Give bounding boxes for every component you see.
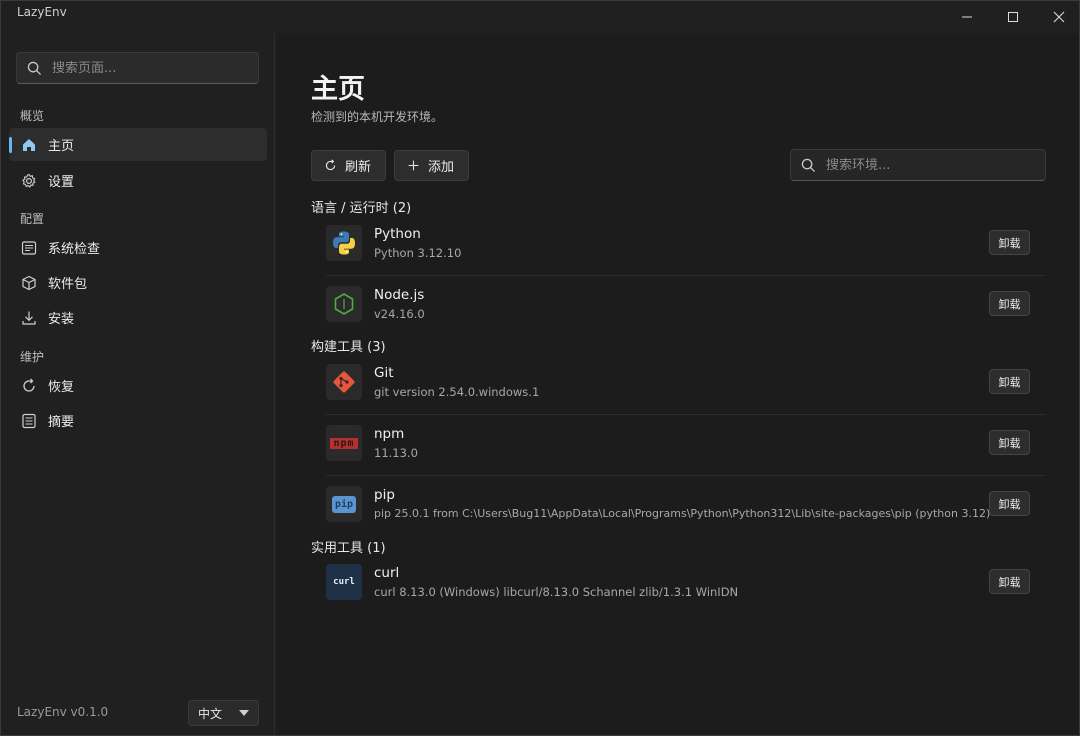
sidebar-item-label: 主页 bbox=[48, 139, 75, 154]
sidebar-item-label: 安装 bbox=[48, 312, 75, 327]
add-button[interactable]: 添加 bbox=[394, 150, 469, 181]
uninstall-button[interactable]: 卸载 bbox=[989, 291, 1030, 316]
sidebar-item-label: 系统检查 bbox=[48, 242, 101, 257]
env-version: git version 2.54.0.windows.1 bbox=[374, 385, 540, 399]
env-name: Python bbox=[374, 226, 421, 242]
pip-icon-text: pip bbox=[331, 495, 357, 513]
plus-icon bbox=[407, 159, 420, 172]
env-row-nodejs: Node.js v24.16.0 卸载 bbox=[326, 276, 1046, 337]
group-title-runtimes: 语言 / 运行时 (2) bbox=[311, 201, 412, 216]
env-search-box[interactable] bbox=[790, 149, 1046, 181]
env-name: Node.js bbox=[374, 287, 425, 303]
env-version: Python 3.12.10 bbox=[374, 246, 462, 260]
env-row-curl: curl curl curl 8.13.0 (Windows) libcurl/… bbox=[326, 554, 1046, 615]
env-version: pip 25.0.1 from C:\Users\Bug11\AppData\L… bbox=[374, 507, 991, 520]
maximize-icon bbox=[1008, 12, 1018, 22]
env-version: 11.13.0 bbox=[374, 446, 418, 460]
main-panel: 主页 检测到的本机开发环境。 刷新 添加 语言 / 运行时 (2) bbox=[276, 33, 1079, 735]
uninstall-button[interactable]: 卸载 bbox=[989, 430, 1030, 455]
section-label-overview: 概览 bbox=[20, 109, 45, 123]
uninstall-button[interactable]: 卸载 bbox=[989, 230, 1030, 255]
section-label-maintenance: 维护 bbox=[20, 350, 45, 364]
list-icon bbox=[20, 239, 38, 257]
close-button[interactable] bbox=[1039, 5, 1079, 29]
language-value: 中文 bbox=[198, 706, 223, 721]
page-search-input[interactable] bbox=[52, 60, 222, 76]
curl-icon: curl bbox=[326, 564, 362, 600]
env-name: curl bbox=[374, 565, 400, 581]
curl-icon-text: curl bbox=[333, 577, 355, 587]
env-version: curl 8.13.0 (Windows) libcurl/8.13.0 Sch… bbox=[374, 585, 739, 599]
sidebar-item-restore[interactable]: 恢复 bbox=[9, 369, 267, 402]
summary-icon bbox=[20, 412, 38, 430]
app-version: LazyEnv v0.1.0 bbox=[17, 705, 109, 719]
app-window: LazyEnv 概览 主页 设置 配置 bbox=[0, 0, 1080, 736]
uninstall-button[interactable]: 卸载 bbox=[989, 369, 1030, 394]
download-icon bbox=[20, 309, 38, 327]
refresh-icon bbox=[324, 159, 337, 172]
language-select[interactable]: 中文 bbox=[188, 700, 259, 726]
env-row-git: Git git version 2.54.0.windows.1 卸载 bbox=[326, 354, 1046, 415]
nodejs-icon bbox=[326, 286, 362, 322]
env-row-pip: pip pip pip 25.0.1 from C:\Users\Bug11\A… bbox=[326, 476, 1046, 537]
minimize-icon bbox=[962, 16, 972, 18]
add-label: 添加 bbox=[428, 160, 455, 175]
sidebar-item-system-check[interactable]: 系统检查 bbox=[9, 231, 267, 264]
env-row-python: Python Python 3.12.10 卸载 bbox=[326, 215, 1046, 276]
close-icon bbox=[1053, 11, 1065, 23]
sidebar-item-packages[interactable]: 软件包 bbox=[9, 266, 267, 299]
git-icon bbox=[326, 364, 362, 400]
env-row-npm: npm npm 11.13.0 卸载 bbox=[326, 415, 1046, 476]
group-title-build-tools: 构建工具 (3) bbox=[311, 340, 386, 355]
sidebar-item-label: 恢复 bbox=[48, 380, 75, 395]
gear-icon bbox=[20, 172, 38, 190]
page-subtitle: 检测到的本机开发环境。 bbox=[311, 110, 444, 124]
npm-icon: npm bbox=[326, 425, 362, 461]
sidebar-item-home[interactable]: 主页 bbox=[9, 128, 267, 161]
env-version: v24.16.0 bbox=[374, 307, 425, 321]
npm-icon-text: npm bbox=[330, 437, 358, 449]
sidebar-item-label: 软件包 bbox=[48, 277, 88, 292]
env-name: pip bbox=[374, 487, 395, 503]
search-icon bbox=[801, 158, 816, 172]
sidebar-item-summary[interactable]: 摘要 bbox=[9, 404, 267, 437]
maximize-button[interactable] bbox=[993, 5, 1033, 29]
sidebar: 概览 主页 设置 配置 系统检查 软件包 bbox=[1, 33, 275, 735]
uninstall-button[interactable]: 卸载 bbox=[989, 569, 1030, 594]
sidebar-item-label: 摘要 bbox=[48, 415, 75, 430]
app-title: LazyEnv bbox=[17, 5, 67, 19]
env-name: Git bbox=[374, 365, 394, 381]
box-icon bbox=[20, 274, 38, 292]
env-name: npm bbox=[374, 426, 405, 442]
refresh-button[interactable]: 刷新 bbox=[311, 150, 386, 181]
env-search-input[interactable] bbox=[826, 157, 996, 173]
page-title: 主页 bbox=[311, 74, 365, 105]
home-icon bbox=[20, 136, 38, 154]
uninstall-button[interactable]: 卸载 bbox=[989, 491, 1030, 516]
caret-down-icon bbox=[239, 710, 249, 716]
python-icon bbox=[326, 225, 362, 261]
section-label-config: 配置 bbox=[20, 212, 45, 226]
restore-icon bbox=[20, 377, 38, 395]
minimize-button[interactable] bbox=[947, 5, 987, 29]
pip-icon: pip bbox=[326, 486, 362, 522]
refresh-label: 刷新 bbox=[345, 160, 372, 175]
page-search-box[interactable] bbox=[16, 52, 259, 84]
title-bar: LazyEnv bbox=[1, 1, 1079, 33]
search-icon bbox=[27, 61, 42, 75]
sidebar-item-label: 设置 bbox=[48, 175, 75, 190]
sidebar-item-settings[interactable]: 设置 bbox=[9, 164, 267, 197]
sidebar-item-install[interactable]: 安装 bbox=[9, 301, 267, 334]
